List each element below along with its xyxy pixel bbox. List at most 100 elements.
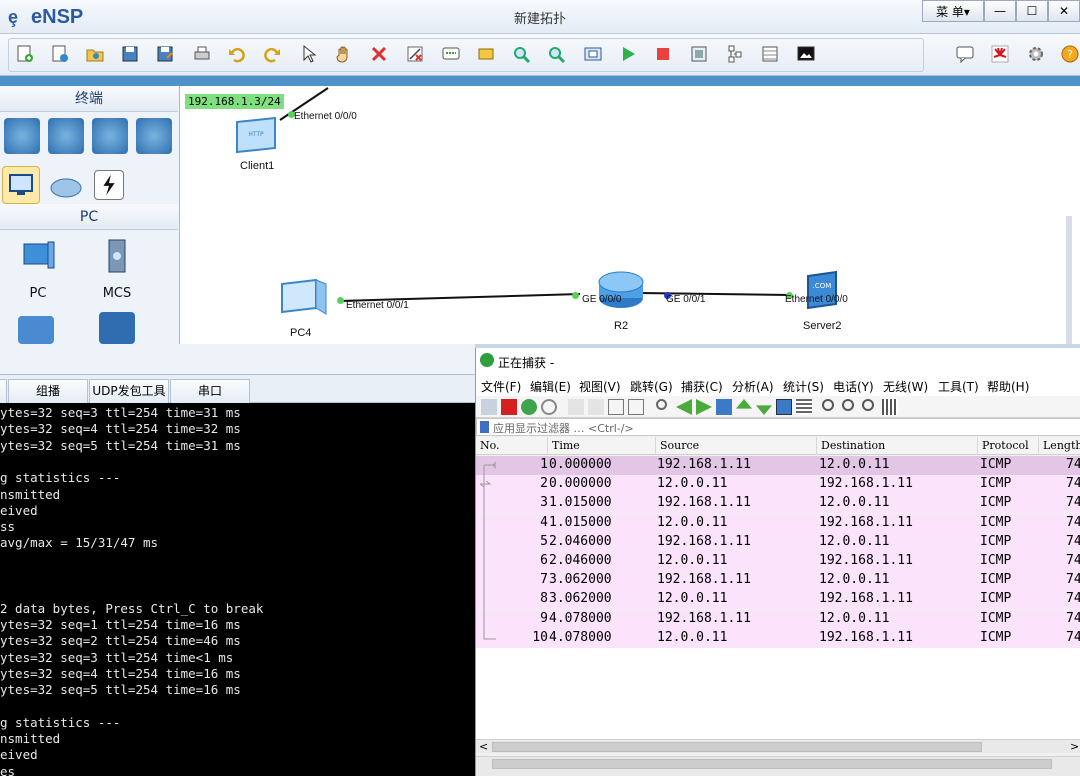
select-pointer-icon[interactable] bbox=[296, 41, 322, 67]
details-hscroll-thumb[interactable] bbox=[492, 759, 1052, 769]
first-packet-icon[interactable] bbox=[736, 399, 752, 409]
capture-icon[interactable] bbox=[686, 41, 712, 67]
column-time[interactable]: Time bbox=[548, 437, 656, 455]
restart-capture-icon[interactable] bbox=[521, 399, 537, 415]
router-category-icon[interactable] bbox=[4, 118, 40, 154]
topology-canvas[interactable]: 192.168.1.3/24 Ethernet 0/0/0 HTTP Clien… bbox=[180, 86, 1080, 344]
huawei-logo-icon[interactable] bbox=[987, 41, 1013, 67]
section-pc-header[interactable]: PC bbox=[0, 204, 178, 230]
column-source[interactable]: Source bbox=[656, 437, 817, 455]
pc4-device-icon[interactable] bbox=[276, 274, 332, 325]
save-file-icon[interactable] bbox=[588, 399, 604, 415]
scroll-left-arrow[interactable]: < bbox=[479, 740, 488, 753]
mcs-device-icon[interactable] bbox=[99, 238, 135, 274]
scroll-right-arrow[interactable]: > bbox=[1070, 740, 1079, 753]
switch-category-icon[interactable] bbox=[48, 118, 84, 154]
normal-size-icon[interactable] bbox=[862, 399, 874, 411]
client-device-icon[interactable] bbox=[18, 316, 54, 344]
delete-icon[interactable] bbox=[366, 41, 392, 67]
packet-row[interactable]: 9 4.078000 192.168.1.11 12.0.0.11 ICMP 74 bbox=[476, 609, 1080, 629]
packet-row[interactable]: 1 0.000000 192.168.1.11 12.0.0.11 ICMP 74 bbox=[476, 456, 1080, 475]
packet-row[interactable]: 10 4.078000 12.0.0.11 192.168.1.11 ICMP 74 bbox=[476, 628, 1080, 648]
tab-udp-tool[interactable]: UDP发包工具 bbox=[89, 379, 169, 403]
menu-help[interactable]: 帮助(H) bbox=[987, 378, 1029, 395]
print-icon[interactable] bbox=[189, 41, 215, 67]
go-to-packet-icon[interactable] bbox=[716, 399, 732, 415]
column-protocol[interactable]: Protocol bbox=[978, 437, 1039, 455]
link-category-icon[interactable] bbox=[94, 170, 124, 200]
palette-icon[interactable] bbox=[757, 41, 783, 67]
column-destination[interactable]: Destination bbox=[817, 437, 978, 455]
terminal-category-icon[interactable] bbox=[2, 166, 40, 204]
maximize-button[interactable]: ☐ bbox=[1016, 0, 1048, 22]
screenshot-icon[interactable] bbox=[793, 41, 819, 67]
new-topology-icon[interactable] bbox=[12, 41, 38, 67]
menu-wireless[interactable]: 无线(W) bbox=[883, 378, 928, 395]
display-filter-input[interactable]: 应用显示过滤器 … <Ctrl-/> bbox=[493, 420, 634, 436]
close-file-icon[interactable] bbox=[608, 399, 624, 415]
menu-file[interactable]: 文件(F) bbox=[481, 378, 521, 395]
packet-list-hscroll[interactable]: < > bbox=[476, 739, 1080, 753]
pan-hand-icon[interactable] bbox=[331, 41, 357, 67]
reload-file-icon[interactable] bbox=[628, 399, 644, 415]
menu-tools[interactable]: 工具(T) bbox=[938, 378, 979, 395]
server-device-icon[interactable] bbox=[99, 312, 135, 344]
section-terminal-header[interactable]: 终端 bbox=[0, 86, 178, 112]
open-file-icon[interactable] bbox=[568, 399, 584, 415]
menu-button[interactable]: 菜 单▾ bbox=[922, 0, 984, 22]
column-no[interactable]: No. bbox=[476, 437, 548, 455]
settings-gear-icon[interactable] bbox=[1023, 41, 1049, 67]
go-forward-icon[interactable] bbox=[696, 399, 712, 415]
cloud-category-icon[interactable] bbox=[48, 168, 84, 204]
packet-row[interactable]: 8 3.062000 12.0.0.11 192.168.1.11 ICMP 74 bbox=[476, 590, 1080, 610]
hscroll-thumb[interactable] bbox=[492, 742, 982, 752]
menu-statistics[interactable]: 统计(S) bbox=[783, 378, 824, 395]
client1-device-icon[interactable]: HTTP bbox=[232, 114, 282, 161]
packet-row[interactable]: 5 2.046000 192.168.1.11 12.0.0.11 ICMP 74 bbox=[476, 532, 1080, 552]
packet-row[interactable]: 3 1.015000 192.168.1.11 12.0.0.11 ICMP 74 bbox=[476, 494, 1080, 514]
menu-capture[interactable]: 捕获(C) bbox=[681, 378, 723, 395]
canvas-vscroll[interactable] bbox=[1066, 216, 1072, 344]
colorize-icon[interactable] bbox=[796, 399, 812, 415]
save-icon[interactable] bbox=[117, 41, 143, 67]
packet-row[interactable]: 6 2.046000 12.0.0.11 192.168.1.11 ICMP 74 bbox=[476, 552, 1080, 571]
tab-serial[interactable]: 串口 bbox=[170, 379, 250, 403]
details-hscroll[interactable] bbox=[476, 756, 1080, 776]
rectangle-icon[interactable] bbox=[473, 41, 499, 67]
close-button[interactable]: ✕ bbox=[1048, 0, 1080, 22]
open-icon[interactable] bbox=[82, 41, 108, 67]
pc-device-icon[interactable] bbox=[20, 238, 56, 274]
menu-analyze[interactable]: 分析(A) bbox=[732, 378, 774, 395]
packet-row[interactable]: 7 3.062000 192.168.1.11 12.0.0.11 ICMP 74 bbox=[476, 571, 1080, 591]
stop-capture-icon[interactable] bbox=[501, 399, 517, 415]
chat-icon[interactable] bbox=[952, 41, 978, 67]
bookmark-icon[interactable] bbox=[480, 421, 489, 433]
menu-telephony[interactable]: 电话(Y) bbox=[833, 378, 874, 395]
menu-view[interactable]: 视图(V) bbox=[579, 378, 621, 395]
zoom-out-icon[interactable] bbox=[543, 41, 569, 67]
new-doc-icon[interactable] bbox=[47, 41, 73, 67]
packet-row[interactable]: 4 1.015000 12.0.0.11 192.168.1.11 ICMP 74 bbox=[476, 513, 1080, 533]
packet-row[interactable]: 2 0.000000 12.0.0.11 192.168.1.11 ICMP 74 bbox=[476, 475, 1080, 495]
last-packet-icon[interactable] bbox=[756, 405, 772, 415]
undo-icon[interactable] bbox=[224, 41, 250, 67]
menu-edit[interactable]: 编辑(E) bbox=[530, 378, 571, 395]
start-device-icon[interactable] bbox=[615, 41, 641, 67]
stop-device-icon[interactable] bbox=[650, 41, 676, 67]
go-back-icon[interactable] bbox=[676, 399, 692, 415]
column-length[interactable]: Length bbox=[1039, 437, 1080, 455]
redo-icon[interactable] bbox=[259, 41, 285, 67]
cli-tab-partial[interactable] bbox=[0, 379, 7, 403]
minimize-button[interactable]: — bbox=[984, 0, 1016, 22]
zoom-in-icon[interactable] bbox=[822, 399, 834, 411]
server2-device-icon[interactable]: .COM bbox=[802, 268, 846, 315]
save-as-icon[interactable] bbox=[152, 41, 178, 67]
firewall-category-icon[interactable] bbox=[136, 118, 172, 154]
menu-go[interactable]: 跳转(G) bbox=[630, 378, 673, 395]
zoom-in-icon[interactable] bbox=[508, 41, 534, 67]
autoscroll-icon[interactable] bbox=[776, 399, 792, 415]
start-capture-icon[interactable] bbox=[481, 399, 497, 415]
capture-options-icon[interactable] bbox=[541, 399, 557, 415]
terminal-output[interactable]: ytes=32 seq=3 ttl=254 time=31 ms ytes=32 … bbox=[0, 403, 475, 776]
delete-link-icon[interactable] bbox=[402, 41, 428, 67]
